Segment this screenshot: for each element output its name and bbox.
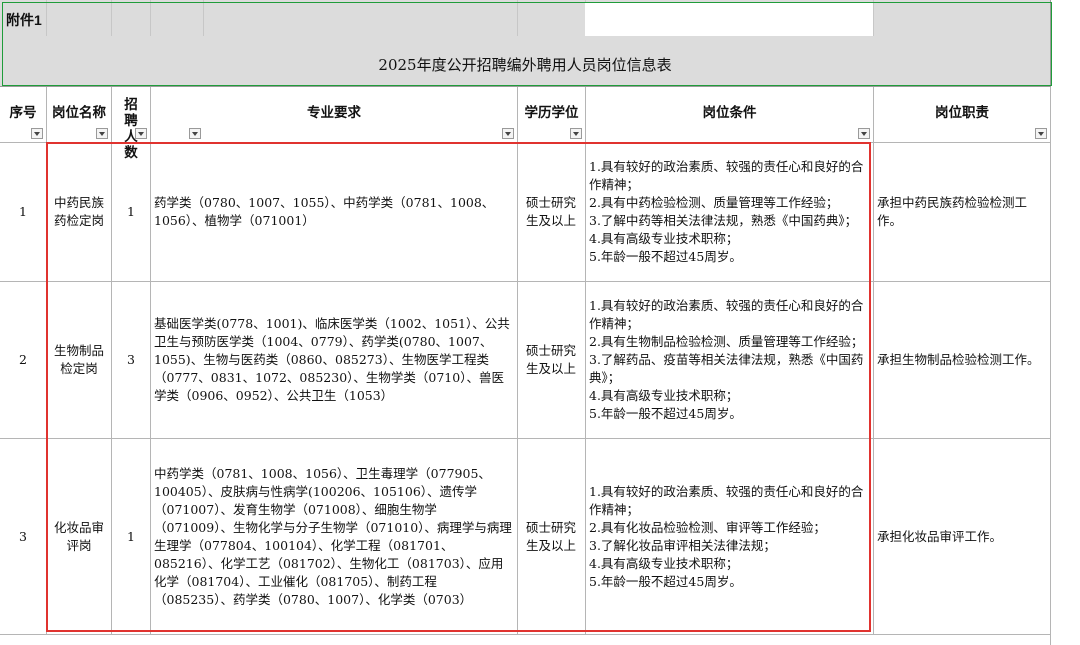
filter-dropdown-icon[interactable]: [31, 128, 43, 139]
condition-line: 4.具有高级专业技术职称；: [589, 388, 739, 403]
condition-line: 1.具有较好的政治素质、较强的责任心和良好的合作精神；: [589, 483, 864, 517]
cell-conditions[interactable]: 1.具有较好的政治素质、较强的责任心和良好的合作精神； 2.具有中药检验检测、质…: [586, 143, 874, 282]
header-count[interactable]: 招聘人数: [112, 87, 151, 161]
cell-count[interactable]: 3: [112, 282, 151, 439]
cell-duties[interactable]: 承担化妆品审评工作。: [874, 439, 1051, 635]
filter-dropdown-icon[interactable]: [570, 128, 582, 139]
cell-duties[interactable]: 承担生物制品检验检测工作。: [874, 282, 1051, 439]
cell-seq[interactable]: 1: [0, 143, 47, 282]
condition-line: 5.年龄一般不超过45周岁。: [589, 249, 742, 264]
spreadsheet: 附件1 2025年度公开招聘编外聘用人员岗位信息表 序号 岗位名称 招聘人数 专…: [0, 0, 1080, 645]
filter-dropdown-icon[interactable]: [858, 128, 870, 139]
header-major[interactable]: 专业要求: [151, 87, 518, 143]
cell-degree[interactable]: 硕士研究生及以上: [518, 282, 586, 439]
cell-seq[interactable]: 3: [0, 439, 47, 635]
filter-dropdown-icon[interactable]: [502, 128, 514, 139]
condition-line: 4.具有高级专业技术职称；: [589, 231, 739, 246]
condition-line: 2.具有中药检验检测、质量管理等工作经验；: [589, 195, 839, 210]
cell-duties[interactable]: 承担中药民族药检验检测工作。: [874, 143, 1051, 282]
attachment-label[interactable]: 附件1: [6, 10, 42, 30]
empty-column[interactable]: [1050, 87, 1080, 645]
cell-major[interactable]: 中药学类（0781、1008、1056）、卫生毒理学（077905、100405…: [151, 439, 518, 635]
cell-conditions[interactable]: 1.具有较好的政治素质、较强的责任心和良好的合作精神； 2.具有化妆品检验检测、…: [586, 439, 874, 635]
condition-line: 3.了解化妆品审评相关法律法规；: [589, 537, 776, 553]
header-duties[interactable]: 岗位职责: [874, 87, 1051, 143]
cell-major[interactable]: 基础医学类(0778、1001)、临床医学类（1002、1051）、公共卫生与预…: [151, 282, 518, 439]
header-post[interactable]: 岗位名称: [47, 87, 112, 143]
cell-degree[interactable]: 硕士研究生及以上: [518, 439, 586, 635]
cell-conditions[interactable]: 1.具有较好的政治素质、较强的责任心和良好的合作精神； 2.具有生物制品检验检测…: [586, 282, 874, 439]
condition-line: 1.具有较好的政治素质、较强的责任心和良好的合作精神；: [589, 298, 864, 331]
cell-count[interactable]: 1: [112, 439, 151, 635]
header-seq[interactable]: 序号: [0, 87, 47, 143]
condition-line: 5.年龄一般不超过45周岁。: [589, 406, 742, 421]
cell-post[interactable]: 生物制品检定岗: [47, 282, 112, 439]
cell-degree[interactable]: 硕士研究生及以上: [518, 143, 586, 282]
filter-dropdown-icon[interactable]: [189, 128, 201, 139]
sheet-title[interactable]: 2025年度公开招聘编外聘用人员岗位信息表: [0, 54, 1050, 75]
condition-line: 5.年龄一般不超过45周岁。: [589, 573, 742, 589]
condition-line: 3.了解中药等相关法律法规，熟悉《中国药典》；: [589, 213, 858, 228]
condition-line: 1.具有较好的政治素质、较强的责任心和良好的合作精神；: [589, 159, 864, 192]
header-degree[interactable]: 学历学位: [518, 87, 586, 143]
condition-line: 4.具有高级专业技术职称；: [589, 555, 739, 571]
cell-major[interactable]: 药学类（0780、1007、1055）、中药学类（0781、1008、1056）…: [151, 143, 518, 282]
filter-dropdown-icon[interactable]: [1035, 128, 1047, 139]
filter-dropdown-icon[interactable]: [135, 128, 147, 139]
cell-count[interactable]: 1: [112, 143, 151, 282]
condition-line: 3.了解药品、疫苗等相关法律法规，熟悉《中国药典》；: [589, 352, 864, 385]
filter-dropdown-icon[interactable]: [96, 128, 108, 139]
title-band[interactable]: 附件1 2025年度公开招聘编外聘用人员岗位信息表: [0, 0, 1052, 87]
condition-line: 2.具有化妆品检验检测、审评等工作经验；: [589, 519, 826, 535]
cell-post[interactable]: 中药民族药检定岗: [47, 143, 112, 282]
cell-post[interactable]: 化妆品审评岗: [47, 439, 112, 635]
condition-line: 2.具有生物制品检验检测、质量管理等工作经验；: [589, 334, 864, 349]
cell-seq[interactable]: 2: [0, 282, 47, 439]
header-conditions[interactable]: 岗位条件: [586, 87, 874, 143]
